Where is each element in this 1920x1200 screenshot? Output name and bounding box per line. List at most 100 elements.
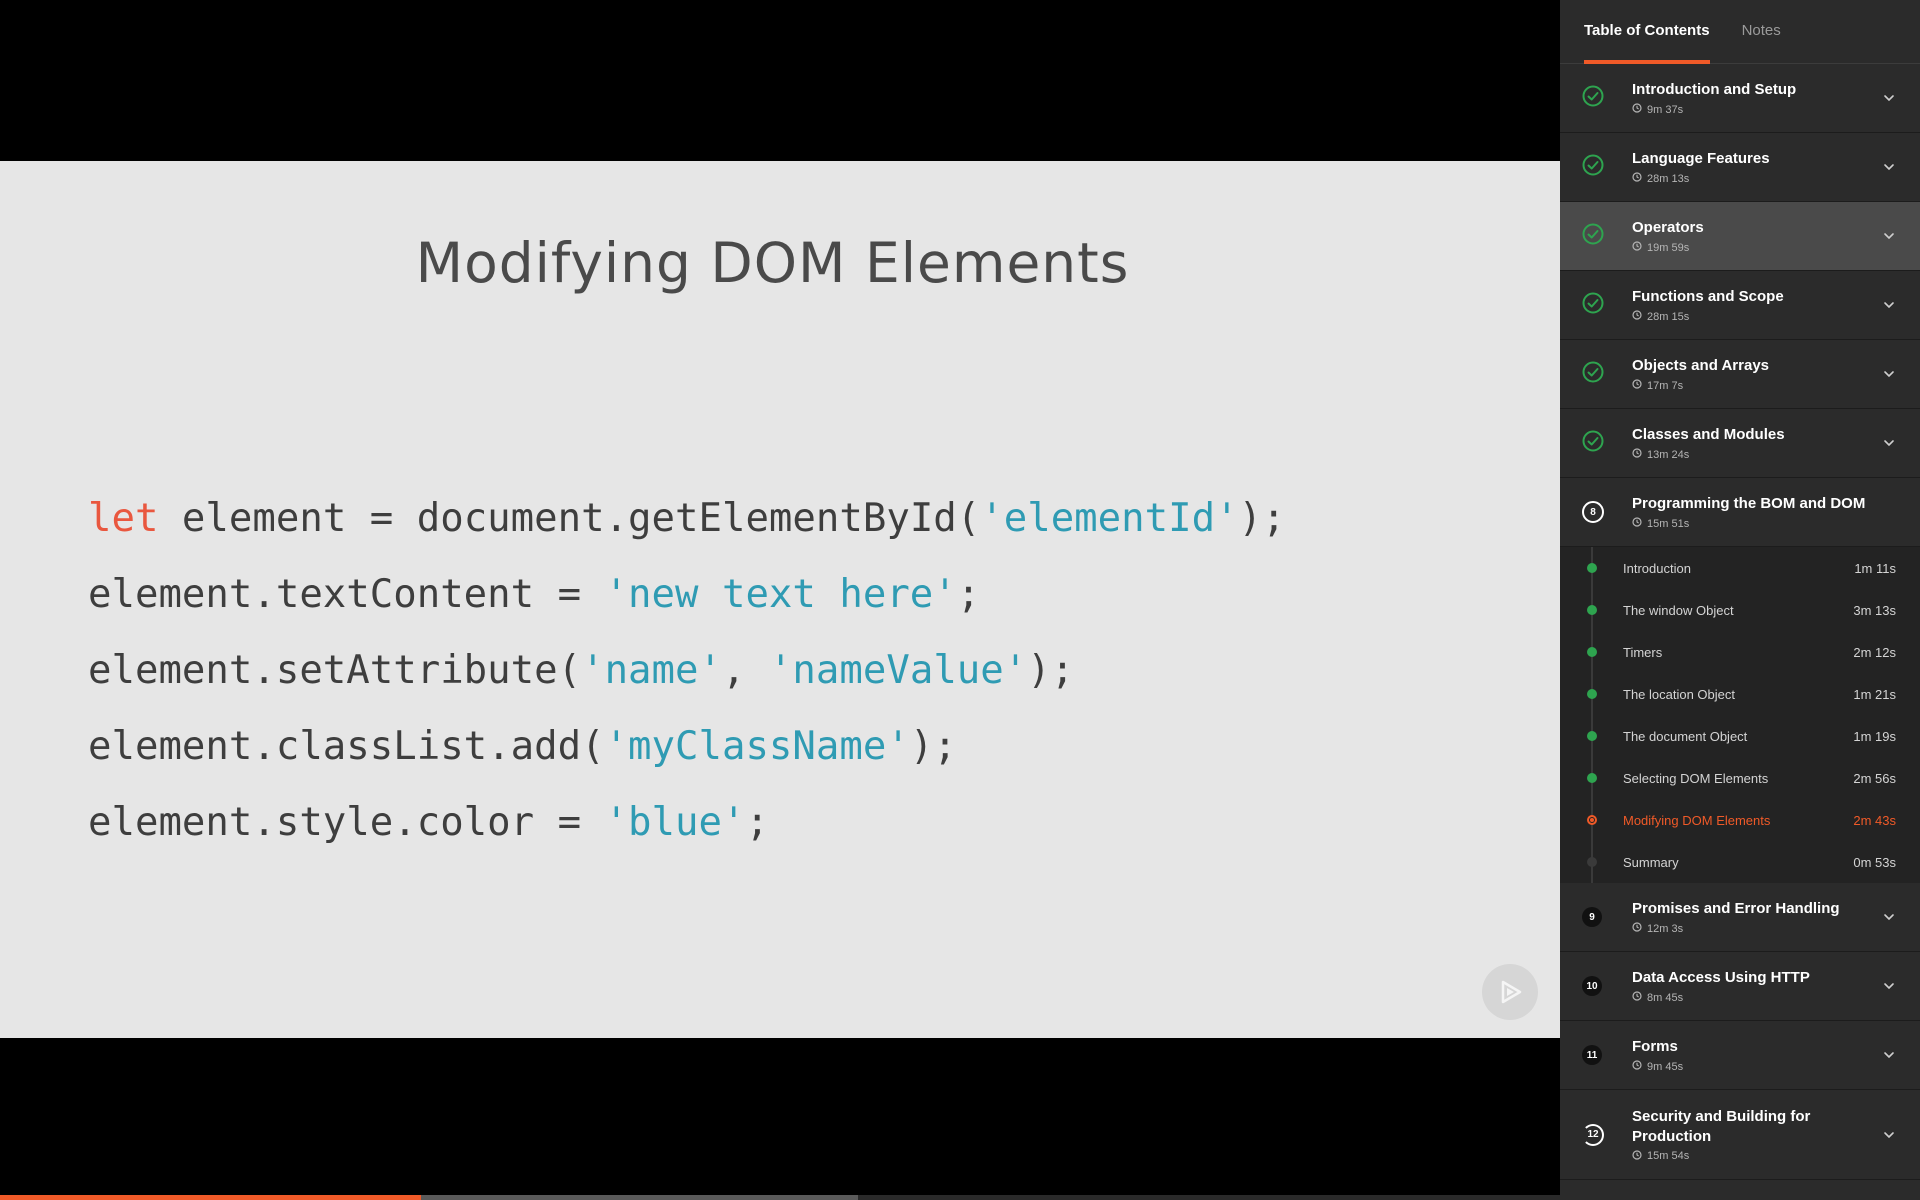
module-status: [1576, 85, 1614, 112]
module-item[interactable]: Operators 19m 59s: [1560, 202, 1920, 271]
module-text: Forms 9m 45s: [1614, 1037, 1882, 1073]
check-circle-icon: [1582, 292, 1604, 319]
tab-table-of-contents[interactable]: Table of Contents: [1584, 0, 1710, 64]
clip-item[interactable]: The window Object 3m 13s: [1560, 589, 1920, 631]
module-text: Functions and Scope 28m 15s: [1614, 287, 1882, 323]
module-item[interactable]: Language Features 28m 13s: [1560, 133, 1920, 202]
chevron-down-icon[interactable]: [1882, 436, 1896, 450]
clip-status-dot: [1587, 731, 1597, 741]
clip-title: The document Object: [1623, 728, 1748, 744]
module-status: [1576, 223, 1614, 250]
module-duration: 9m 37s: [1632, 103, 1882, 116]
chevron-down-icon[interactable]: [1882, 160, 1896, 174]
module-duration-text: 15m 51s: [1647, 517, 1690, 530]
code-string: 'nameValue': [768, 648, 1028, 693]
clip-item[interactable]: Summary 0m 53s: [1560, 841, 1920, 883]
tab-notes[interactable]: Notes: [1742, 0, 1781, 64]
module-title: Language Features: [1632, 150, 1770, 167]
module-item[interactable]: 10 Data Access Using HTTP 8m 45s: [1560, 952, 1920, 1021]
code-text: element.style.color =: [88, 800, 605, 845]
module-item[interactable]: Classes and Modules 13m 24s: [1560, 409, 1920, 478]
module-duration-text: 8m 45s: [1647, 991, 1684, 1004]
module-item[interactable]: 9 Promises and Error Handling 12m 3s: [1560, 883, 1920, 952]
clip-list: Introduction 1m 11s The window Object 3m 13…: [1560, 547, 1920, 883]
clip-title: Summary: [1623, 854, 1679, 870]
clock-icon: [1632, 379, 1642, 392]
clip-title: The window Object: [1623, 602, 1734, 618]
module-item[interactable]: Functions and Scope 28m 15s: [1560, 271, 1920, 340]
clock-icon: [1632, 517, 1642, 530]
code-string: 'elementId': [980, 496, 1239, 541]
clock-icon: [1632, 1060, 1642, 1073]
clip-item[interactable]: Modifying DOM Elements 2m 43s: [1560, 799, 1920, 841]
code-text: element = document.getElementById(: [158, 496, 981, 541]
chevron-down-icon[interactable]: [1882, 1128, 1896, 1142]
module-duration: 15m 51s: [1632, 517, 1896, 530]
module-text: Classes and Modules 13m 24s: [1614, 425, 1882, 461]
module-title: Programming the BOM and DOM: [1632, 495, 1866, 512]
module-duration: 28m 13s: [1632, 172, 1882, 185]
code-text: );: [1238, 496, 1286, 541]
check-circle-icon: [1582, 154, 1604, 181]
module-title: Operators: [1632, 219, 1704, 236]
module-text: Programming the BOM and DOM 15m 51s: [1614, 494, 1896, 530]
clip-duration: 1m 21s: [1853, 686, 1896, 702]
clip-duration: 2m 12s: [1853, 644, 1896, 660]
module-text: Language Features 28m 13s: [1614, 149, 1882, 185]
chevron-down-icon[interactable]: [1882, 979, 1896, 993]
code-text: ,: [721, 648, 769, 693]
module-title: Introduction and Setup: [1632, 81, 1797, 98]
pluralsight-logo-icon: [1482, 964, 1538, 1020]
code-string: 'myClassName': [604, 724, 910, 769]
clock-icon: [1632, 1149, 1642, 1163]
chevron-down-icon[interactable]: [1882, 910, 1896, 924]
slide-title: Modifying DOM Elements: [415, 231, 1130, 295]
code-text: element.classList.add(: [88, 724, 605, 769]
chevron-down-icon[interactable]: [1882, 1048, 1896, 1062]
check-circle-icon: [1582, 85, 1604, 112]
video-player[interactable]: Modifying DOM Elements let element = doc…: [0, 0, 1560, 1200]
clip-item[interactable]: The location Object 1m 21s: [1560, 673, 1920, 715]
module-status: 11: [1576, 1045, 1614, 1065]
chevron-down-icon[interactable]: [1882, 298, 1896, 312]
clip-status-dot: [1587, 857, 1597, 867]
clip-item[interactable]: Introduction 1m 11s: [1560, 547, 1920, 589]
code-keyword: let: [88, 496, 159, 541]
module-title: Security and Building for Production: [1632, 1107, 1811, 1145]
module-status: 9: [1576, 907, 1614, 927]
code-text: );: [1027, 648, 1075, 693]
clip-item[interactable]: Timers 2m 12s: [1560, 631, 1920, 673]
module-duration-text: 9m 37s: [1647, 103, 1684, 116]
module-item[interactable]: Introduction and Setup 9m 37s: [1560, 64, 1920, 133]
check-circle-icon: [1582, 430, 1604, 457]
module-duration-text: 9m 45s: [1647, 1060, 1684, 1073]
module-item[interactable]: 8 Programming the BOM and DOM 15m 51s: [1560, 478, 1920, 547]
module-status: 10: [1576, 976, 1614, 996]
clock-icon: [1632, 103, 1642, 116]
clip-status-dot: [1587, 647, 1597, 657]
clock-icon: [1632, 241, 1642, 254]
clip-status-dot: [1587, 815, 1597, 825]
clip-item[interactable]: The document Object 1m 19s: [1560, 715, 1920, 757]
clip-item[interactable]: Selecting DOM Elements 2m 56s: [1560, 757, 1920, 799]
module-status: [1576, 292, 1614, 319]
clip-duration: 1m 19s: [1853, 728, 1896, 744]
clock-icon: [1632, 991, 1642, 1004]
slide: Modifying DOM Elements let element = doc…: [0, 161, 1560, 1038]
module-item[interactable]: Objects and Arrays 17m 7s: [1560, 340, 1920, 409]
module-duration-text: 28m 15s: [1647, 310, 1690, 323]
module-item[interactable]: 11 Forms 9m 45s: [1560, 1021, 1920, 1090]
module-title: Classes and Modules: [1632, 426, 1785, 443]
module-duration-text: 12m 3s: [1647, 922, 1684, 935]
code-line: element.textContent = 'new text here';: [88, 557, 1286, 633]
clock-icon: [1632, 310, 1642, 323]
module-title: Promises and Error Handling: [1632, 900, 1840, 917]
progress-bar[interactable]: [0, 1195, 1560, 1200]
module-text: Promises and Error Handling 12m 3s: [1614, 899, 1882, 935]
chevron-down-icon[interactable]: [1882, 229, 1896, 243]
chevron-down-icon[interactable]: [1882, 367, 1896, 381]
chevron-down-icon[interactable]: [1882, 91, 1896, 105]
code-line: element.setAttribute('name', 'nameValue'…: [88, 633, 1286, 709]
clip-status-dot: [1587, 563, 1597, 573]
module-item[interactable]: 12 Security and Building for Production 15…: [1560, 1090, 1920, 1180]
